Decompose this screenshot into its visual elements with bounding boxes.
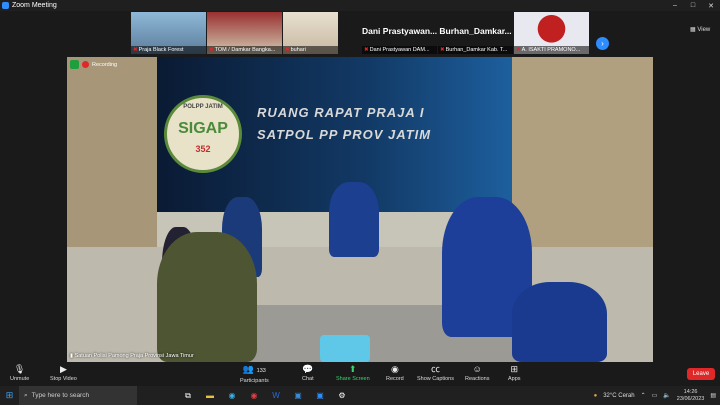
participant-name: TOM / Damkar Bangka... [214,47,276,53]
clock[interactable]: 14:26 23/06/2023 [677,389,705,403]
shield-icon [70,60,79,69]
clock-time: 14:26 [683,388,698,395]
participant-name-large: Burhan_Damkar... [439,26,512,36]
mic-off-icon: 🎙 [13,364,26,374]
speaker-icon[interactable]: 🔈 [663,392,670,399]
clock-date: 23/06/2023 [676,395,705,402]
mic-muted-icon: ✖ [440,47,445,53]
record-icon: ◉ [390,364,399,374]
mic-muted-icon: ✖ [364,47,369,53]
participants-button[interactable]: 👥 133 Participants [240,364,269,384]
chevron-up-icon[interactable]: ⌃ [641,392,646,399]
recording-indicator: Recording [70,60,117,69]
search-placeholder: Type here to search [31,392,90,399]
video-caption: ▮ Satuan Polisi Pamong Praja Provinsi Ja… [70,353,194,359]
window-title: Zoom Meeting [12,2,57,9]
search-icon: ⌕ [24,391,28,399]
participant-tile[interactable]: Dani Prastyawan... ✖Dani Prastyawan DAM.… [362,12,437,54]
system-tray: ● 32°C Cerah ⌃ ▭ 🔈 14:26 23/06/2023 ▤ [594,386,720,405]
smiley-icon: ☺ [472,364,482,374]
participant-tile[interactable]: ✖Praja Black Forest [131,12,206,54]
cc-icon: ㏄ [430,364,440,374]
chevron-right-icon[interactable]: › [596,37,609,50]
share-screen-button[interactable]: ⬆ Share Screen [336,364,370,382]
meeting-toolbar: 🎙 Unmute ▶ Stop Video 👥 133 Participants 💬 C… [0,362,720,386]
reactions-button[interactable]: ☺ Reactions [465,364,489,382]
participant-name: A. ISAKTI PRAMONO... [521,47,581,53]
banner-title-line2: SATPOL PP PROV JATIM [257,127,432,142]
mic-muted-icon: ✖ [209,47,214,53]
unmute-button[interactable]: 🎙 Unmute [10,364,29,382]
photos-icon[interactable]: ▣ [287,386,309,405]
maximize-button[interactable]: □ [684,2,702,10]
participant-name: Burhan_Damkar Kab. T... [445,47,508,53]
title-bar: Zoom Meeting – □ ✕ [0,0,720,11]
chrome-icon[interactable]: ◉ [243,386,265,405]
word-icon[interactable]: W [265,386,287,405]
view-button[interactable]: ▦ View [690,26,710,33]
banner-title-line1: RUANG RAPAT PRAJA I [257,105,425,120]
person [512,282,607,362]
participant-tile[interactable]: ✖buhari [283,12,338,54]
people-icon: 👥 [242,364,255,374]
minimize-button[interactable]: – [666,2,684,10]
participant-name: Dani Prastyawan DAM... [369,47,430,53]
mic-muted-icon: ✖ [285,47,290,53]
participants-count: 133 [256,368,266,374]
participant-tile[interactable]: Burhan_Damkar... ✖Burhan_Damkar Kab. T..… [438,12,513,54]
chat-button[interactable]: 💬 Chat [302,364,314,382]
mic-muted-icon: ✖ [133,47,138,53]
video-camera-icon: ▶ [59,364,67,374]
edge-browser-icon[interactable]: ◉ [221,386,243,405]
weather-text: 32°C Cerah [603,392,635,399]
zoom-app-icon [2,2,9,9]
sigap-logo: POLPP JATIM SIGAP 352 [164,95,242,173]
window-controls: – □ ✕ [666,2,720,10]
file-explorer-icon[interactable]: ▬ [199,386,221,405]
participant-name: buhari [290,47,306,53]
participant-strip: ✖Praja Black Forest ✖TOM / Damkar Bangka… [0,11,720,55]
stop-video-button[interactable]: ▶ Stop Video [50,364,77,382]
recording-label: Recording [92,61,118,68]
tissue-box [320,335,370,362]
participant-name-large: Dani Prastyawan... [362,26,437,36]
mic-muted-icon: ✖ [516,47,521,53]
participant-name: Praja Black Forest [138,47,184,53]
person [329,182,379,257]
share-arrow-icon: ⬆ [349,364,357,374]
windows-start-icon[interactable]: ⊞ [0,386,19,405]
show-captions-button[interactable]: ㏄ Show Captions [417,364,454,382]
apps-icon: ⊞ [510,364,519,374]
leave-button[interactable]: Leave [687,368,715,380]
chat-bubble-icon: 💬 [302,364,314,374]
taskbar-search[interactable]: ⌕ Type here to search [19,386,137,405]
settings-gear-icon[interactable]: ⚙ [331,386,353,405]
apps-button[interactable]: ⊞ Apps [508,364,521,382]
network-icon[interactable]: ▭ [652,392,658,399]
record-button[interactable]: ◉ Record [386,364,404,382]
record-dot-icon [82,61,89,68]
notification-icon[interactable]: ▤ [710,392,716,399]
zoom-taskbar-icon[interactable]: ▣ [309,386,331,405]
task-view-icon[interactable]: ⧉ [177,386,199,405]
participant-tile[interactable]: ✖A. ISAKTI PRAMONO... [514,12,589,54]
participant-tile[interactable]: ✖TOM / Damkar Bangka... [207,12,282,54]
weather-sun-icon: ● [593,392,598,399]
person [157,232,257,362]
close-button[interactable]: ✕ [702,2,720,10]
active-speaker-video: RUANG RAPAT PRAJA I SATPOL PP PROV JATIM… [67,57,653,362]
